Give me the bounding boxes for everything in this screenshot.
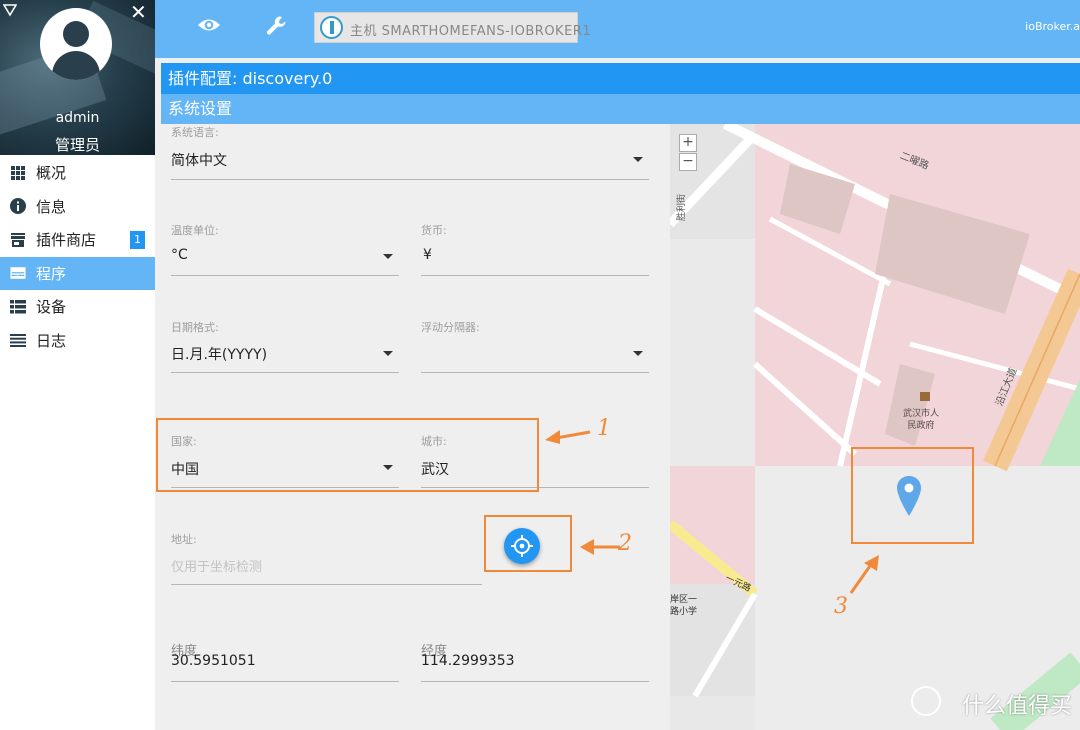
longitude-underline [421, 681, 649, 682]
annotation-box-3 [851, 447, 974, 544]
user-name: admin [55, 110, 100, 126]
close-icon[interactable]: ✕ [130, 2, 147, 22]
float-separator-label: 浮动分隔器: [421, 321, 480, 334]
currency-underline [421, 275, 649, 276]
sidebar-item-overview[interactable]: 概况 [0, 156, 155, 190]
date-format-underline [171, 372, 399, 373]
menu-triangle-icon[interactable] [3, 3, 17, 17]
avatar-head [63, 21, 89, 47]
app-root: ✕ admin 管理员 概况 信息 插件商店 1 程序 设备 日志 主机 SMA… [0, 0, 1080, 730]
watermark-logo-icon [911, 686, 941, 716]
watermark-text: 什么值得买 [961, 694, 1072, 719]
top-bar: 主机 SMARTHOMEFANS-IOBROKER1 ioBroker.a [155, 0, 1080, 58]
sidebar-item-log[interactable]: 日志 [0, 324, 155, 358]
brand-link[interactable]: ioBroker.a [1025, 20, 1080, 33]
arrow-icon [580, 539, 620, 555]
program-icon [10, 265, 26, 281]
map-road-label: 胜利街 [677, 193, 688, 222]
address-underline [171, 584, 482, 585]
sidebar-item-label: 概况 [36, 164, 67, 183]
update-badge: 1 [130, 231, 145, 249]
annotation-box-2 [484, 515, 572, 572]
host-name: 主机 SMARTHOMEFANS-IOBROKER1 [350, 24, 592, 39]
map-tiles [670, 124, 1080, 730]
chevron-down-icon[interactable] [383, 351, 393, 356]
annotation-number: 3 [834, 594, 848, 619]
chevron-down-icon[interactable] [633, 351, 643, 356]
sidebar-nav: 概况 信息 插件商店 1 程序 设备 日志 [0, 156, 155, 357]
map-poi-label: 岸区一 路小学 [670, 595, 698, 617]
user-role: 管理员 [54, 136, 100, 154]
sidebar-item-label: 插件商店 [36, 231, 97, 250]
sidebar-item-label: 信息 [36, 197, 67, 216]
grid-icon [10, 165, 26, 181]
log-icon [10, 332, 26, 348]
temp-unit-select[interactable]: °C [171, 247, 188, 263]
date-format-select[interactable]: 日.月.年(YYYY) [171, 344, 267, 364]
sidebar-item-store[interactable]: 插件商店 1 [0, 223, 155, 257]
sidebar-item-label: 日志 [36, 331, 67, 350]
eye-icon[interactable] [197, 14, 221, 36]
sidebar-item-programs[interactable]: 程序 [0, 256, 155, 290]
latitude-underline [171, 681, 399, 682]
currency-label: 货币: [421, 224, 447, 237]
float-separator-underline [421, 372, 649, 373]
host-selector[interactable]: 主机 SMARTHOMEFANS-IOBROKER1 [314, 12, 591, 43]
language-select[interactable]: 简体中文 [171, 150, 227, 170]
user-panel: ✕ admin 管理员 [0, 0, 155, 155]
info-icon [10, 198, 26, 215]
page-title: 插件配置: discovery.0 [161, 63, 1080, 94]
temp-unit-label: 温度单位: [171, 224, 219, 237]
date-format-label: 日期格式: [171, 321, 219, 334]
sidebar-item-label: 程序 [36, 264, 67, 283]
location-map[interactable]: + − 二曜路 胜利街 沿江大道 一元路 武汉市人 民政府 岸区一 路小学 [670, 124, 1080, 730]
longitude-input[interactable]: 114.2999353 [421, 653, 515, 669]
section-title: 系统设置 [161, 94, 1080, 124]
annotation-number: 1 [597, 416, 611, 441]
annotation-number: 2 [618, 531, 632, 556]
wrench-icon[interactable] [265, 14, 289, 38]
currency-input[interactable]: ¥ [423, 247, 432, 263]
language-underline [171, 179, 649, 180]
arrow-icon [545, 430, 591, 444]
sidebar-item-label: 设备 [36, 298, 67, 317]
avatar-body [52, 51, 100, 80]
sidebar: ✕ admin 管理员 概况 信息 插件商店 1 程序 设备 日志 [0, 0, 155, 730]
annotation-box-1 [156, 418, 539, 492]
latitude-input[interactable]: 30.5951051 [171, 653, 256, 669]
zoom-out-button[interactable]: − [679, 153, 697, 171]
temp-unit-underline [171, 275, 399, 276]
zoom-in-button[interactable]: + [679, 134, 697, 152]
chevron-down-icon[interactable] [633, 157, 643, 162]
chevron-down-icon[interactable] [383, 254, 393, 259]
iobroker-logo-icon [320, 16, 343, 39]
language-label: 系统语言: [171, 126, 219, 139]
store-icon [10, 232, 26, 248]
sidebar-item-devices[interactable]: 设备 [0, 290, 155, 324]
avatar [40, 8, 112, 80]
address-input[interactable]: 仅用于坐标检测 [171, 556, 262, 575]
map-poi-label: 武汉市人 民政府 [903, 409, 940, 431]
address-label: 地址: [171, 533, 197, 546]
device-list-icon [10, 299, 26, 315]
arrow-icon [849, 555, 879, 594]
sidebar-item-info[interactable]: 信息 [0, 190, 155, 224]
